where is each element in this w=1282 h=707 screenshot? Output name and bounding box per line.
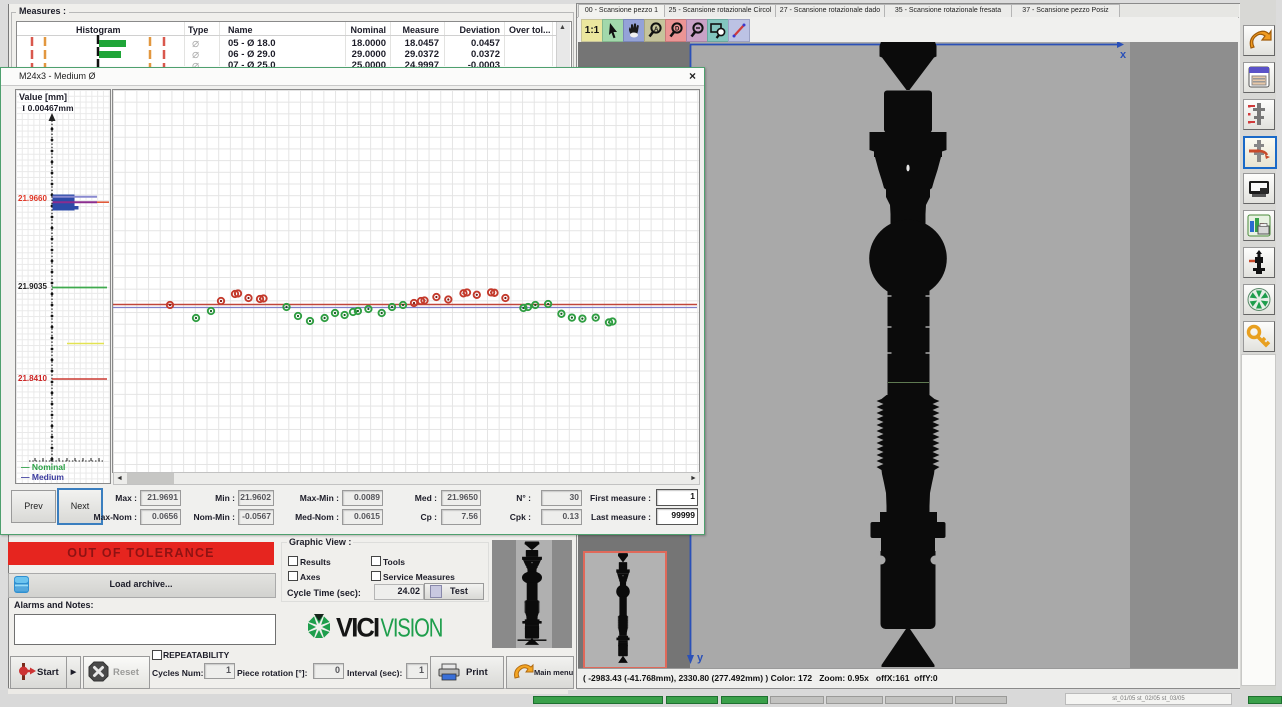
svg-text:D: D	[675, 27, 680, 33]
svg-text:VICI: VICI	[336, 612, 379, 640]
svg-text:A: A	[654, 27, 659, 33]
svg-text:y: y	[697, 652, 704, 664]
svg-text:VISION: VISION	[381, 613, 443, 640]
svg-text:x: x	[1120, 49, 1127, 61]
